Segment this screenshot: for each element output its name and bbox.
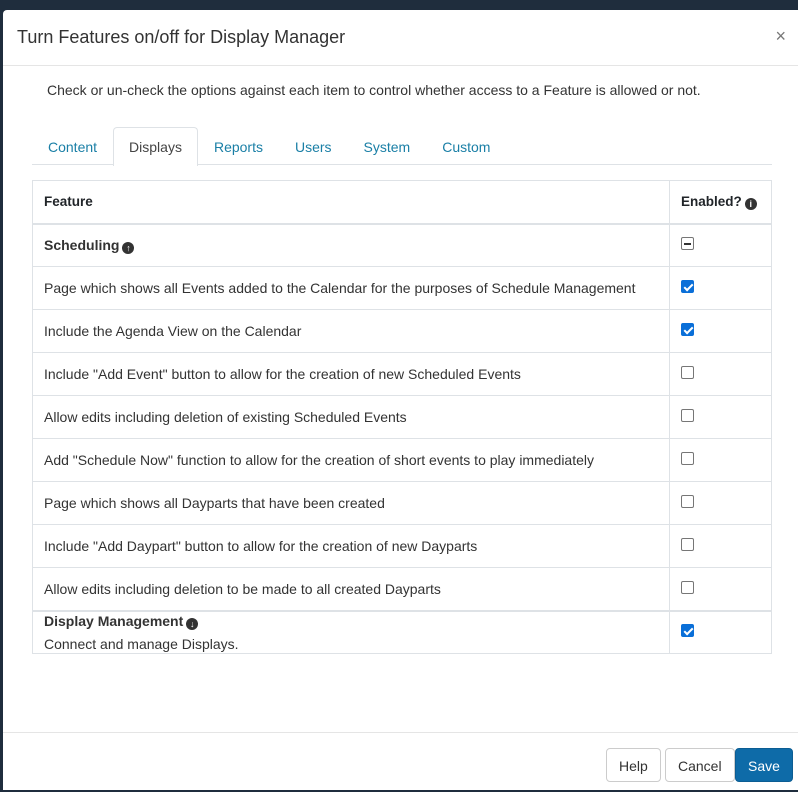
checkbox-cell [669,524,772,568]
feature-column-header: Feature [32,180,670,225]
modal-title: Turn Features on/off for Display Manager [17,27,346,47]
table-header-row: Feature Enabled? i [32,180,772,225]
help-button[interactable]: Help [606,748,661,782]
enabled-column-header: Enabled? i [669,180,772,225]
tab-displays[interactable]: Displays [113,127,198,166]
tab-custom[interactable]: Custom [426,127,506,165]
table-row: Include "Add Daypart" button to allow fo… [32,524,772,568]
feature-checkbox[interactable] [681,323,694,336]
feature-checkbox[interactable] [681,280,694,293]
modal-footer: Help Cancel Save [3,732,798,792]
group-title: Display Management [44,612,184,629]
group-title-cell: Scheduling ↑ [32,223,670,267]
collapse-up-icon[interactable]: ↑ [122,241,135,254]
feature-tabs: Content Displays Reports Users System Cu… [32,127,772,166]
feature-label: Include "Add Daypart" button to allow fo… [32,524,670,568]
features-table: Feature Enabled? i Scheduling ↑ Page which… [32,180,772,654]
table-row: Include the Agenda View on the Calendar [32,309,772,353]
checkbox-cell [669,438,772,482]
expand-down-icon[interactable]: ↓ [186,617,199,630]
checkbox-cell [669,352,772,396]
checkbox-cell [669,609,772,654]
display-management-checkbox[interactable] [681,624,694,638]
feature-checkbox[interactable] [681,452,694,465]
feature-label: Include the Agenda View on the Calendar [32,309,670,353]
group-title-cell: Display Management ↓ Connect and manage D… [32,609,670,654]
feature-checkbox[interactable] [681,495,694,508]
checkbox-cell [669,395,772,439]
feature-label: Include "Add Event" button to allow for … [32,352,670,396]
tab-users[interactable]: Users [279,127,348,165]
group-row-scheduling: Scheduling ↑ [32,223,772,267]
table-row: Page which shows all Dayparts that have … [32,481,772,525]
feature-checkbox[interactable] [681,580,694,594]
feature-label: Allow edits including deletion to be mad… [32,567,670,611]
intro-text: Check or un-check the options against ea… [47,82,701,98]
table-row: Include "Add Event" button to allow for … [32,352,772,396]
table-row: Page which shows all Events added to the… [32,266,772,310]
checkbox-cell [669,567,772,611]
info-icon: i [744,197,757,210]
feature-label: Page which shows all Events added to the… [32,266,670,310]
tab-reports[interactable]: Reports [198,127,279,165]
feature-label: Allow edits including deletion of existi… [32,395,670,439]
checkbox-cell [669,481,772,525]
feature-checkbox[interactable] [681,366,694,379]
feature-modal: Turn Features on/off for Display Manager… [3,10,798,790]
group-subtitle: Connect and manage Displays. [44,635,239,652]
feature-checkbox[interactable] [681,409,694,422]
tab-system[interactable]: System [348,127,427,165]
checkbox-cell [669,266,772,310]
close-button[interactable]: × [775,26,786,46]
feature-checkbox[interactable] [681,538,694,551]
checkbox-cell [669,223,772,267]
modal-header: Turn Features on/off for Display Manager… [3,10,798,66]
tab-content[interactable]: Content [32,127,113,165]
scheduling-group-checkbox[interactable] [681,237,694,251]
table-row: Allow edits including deletion to be mad… [32,567,772,611]
table-row: Allow edits including deletion of existi… [32,395,772,439]
save-button[interactable]: Save [735,748,793,782]
cancel-button[interactable]: Cancel [665,748,735,782]
feature-label: Page which shows all Dayparts that have … [32,481,670,525]
group-title: Scheduling [44,236,120,253]
feature-label: Add "Schedule Now" function to allow for… [32,438,670,482]
checkbox-cell [669,309,772,353]
group-row-display-management: Display Management ↓ Connect and manage D… [32,609,772,654]
table-row: Add "Schedule Now" function to allow for… [32,438,772,482]
